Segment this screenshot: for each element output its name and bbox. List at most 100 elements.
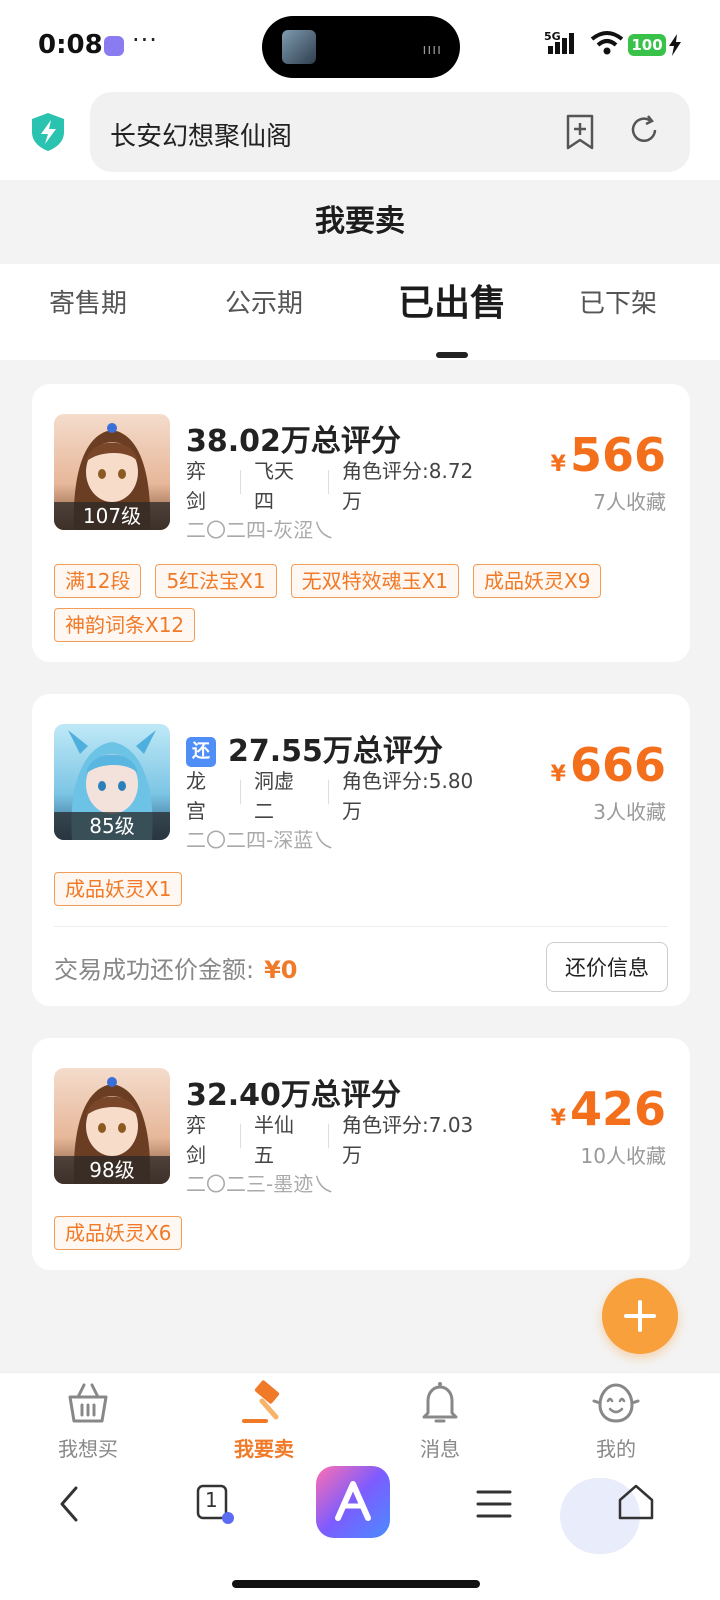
plus-icon (624, 1300, 656, 1332)
ai-assistant-button[interactable] (316, 1466, 390, 1538)
tag: 5红法宝X1 (155, 564, 277, 598)
bottom-nav: 我想买 我要卖 消息 我的 (0, 1372, 720, 1462)
home-icon[interactable] (616, 1482, 656, 1522)
browser-address-bar: 长安幻想聚仙阁 (0, 90, 720, 180)
role-score: 角色评分:7.03万 (342, 1113, 474, 1167)
security-shield-icon[interactable] (30, 112, 66, 152)
tag: 成品妖灵X9 (473, 564, 602, 598)
auction-hammer-icon (242, 1380, 280, 1423)
tab-delisted[interactable]: 已下架 (558, 264, 678, 360)
price-value: 426 (569, 1082, 666, 1136)
active-tab-indicator (436, 352, 468, 358)
app-notification-icon (104, 36, 124, 56)
favorites-count: 3人收藏 (593, 800, 666, 824)
currency-symbol: ¥ (550, 1106, 566, 1131)
nav-item-messages[interactable]: 消息 (380, 1373, 500, 1463)
charging-bolt-icon (669, 34, 681, 56)
tab-switcher-button[interactable]: 1 (196, 1484, 236, 1524)
realm: 飞天四 (254, 459, 294, 513)
status-tabs: 寄售期 公示期 已出售 已下架 (0, 264, 720, 360)
total-score-text: 38.02万总评分 (186, 424, 401, 459)
role-score: 角色评分:5.80万 (342, 769, 474, 823)
bargain-badge: 还 (186, 737, 216, 767)
total-score-text: 32.40万总评分 (186, 1078, 401, 1113)
nav-item-buy[interactable]: 我想买 (28, 1373, 148, 1463)
character-avatar: 98级 (54, 1068, 170, 1184)
character-avatar: 107级 (54, 414, 170, 530)
bargain-amount: ¥0 (264, 956, 298, 984)
add-bookmark-icon[interactable] (564, 114, 596, 150)
bargain-amount-label: 交易成功还价金额: (54, 956, 255, 984)
level-badge: 107级 (54, 502, 170, 530)
tag-list: 成品妖灵X6 (54, 1216, 674, 1250)
price-value: 666 (569, 738, 666, 792)
realm: 洞虚二 (254, 769, 294, 823)
battery-indicator: 100 (628, 34, 666, 56)
tag-list: 满12段 5红法宝X1 无双特效魂玉X1 成品妖灵X9 神韵词条X12 (54, 564, 674, 642)
nav-label: 我的 (596, 1437, 636, 1461)
bargain-amount-row: 交易成功还价金额: ¥0 (54, 950, 298, 985)
favorites-count: 10人收藏 (580, 1144, 666, 1168)
cellular-signal-icon: 5G (544, 30, 574, 54)
currency-symbol: ¥ (550, 452, 566, 477)
total-score-text: 27.55万总评分 (228, 734, 443, 769)
tag: 无双特效魂玉X1 (290, 564, 460, 598)
role-score: 角色评分:8.72万 (342, 459, 474, 513)
wifi-icon (590, 31, 624, 55)
media-thumbnail (282, 30, 316, 64)
listing-card[interactable]: 107级 38.02万总评分 弈剑 飞天四 角色评分:8.72万 二〇二四-灰涩… (32, 384, 690, 662)
ai-logo-icon (335, 1481, 371, 1521)
currency-symbol: ¥ (550, 762, 566, 787)
tab-sold[interactable]: 已出售 (372, 264, 532, 360)
listing-card[interactable]: 98级 32.40万总评分 弈剑 半仙五 角色评分:7.03万 二〇二三-墨迹乀… (32, 1038, 690, 1270)
divider (328, 780, 329, 804)
status-time: 0:08 (38, 30, 103, 60)
level-badge: 85级 (54, 812, 170, 840)
home-indicator[interactable] (232, 1580, 480, 1588)
server-name: 二〇二四-灰涩乀 (186, 518, 334, 542)
tag: 神韵词条X12 (54, 608, 196, 642)
character-avatar: 85级 (54, 724, 170, 840)
tag: 成品妖灵X6 (54, 1216, 183, 1250)
network-type: 5G (544, 30, 561, 43)
nav-item-sell[interactable]: 我要卖 (204, 1373, 324, 1463)
level-badge: 98级 (54, 1156, 170, 1184)
divider (54, 926, 668, 927)
divider (328, 470, 329, 494)
server-name: 二〇二四-深蓝乀 (186, 828, 334, 852)
nav-label: 我想买 (58, 1437, 118, 1461)
total-score: 还 27.55万总评分 (186, 726, 443, 770)
divider (240, 470, 241, 494)
school: 弈剑 (186, 459, 206, 513)
favorites-count: 7人收藏 (593, 490, 666, 514)
bargain-info-button[interactable]: 还价信息 (546, 942, 668, 992)
url-text: 长安幻想聚仙阁 (110, 122, 293, 152)
menu-icon[interactable] (476, 1484, 512, 1524)
total-score: 32.40万总评分 (186, 1070, 401, 1114)
school: 弈剑 (186, 1113, 206, 1167)
mascot-face-icon (592, 1383, 640, 1423)
status-bar: 0:08 ··· ıııı 5G 100 (0, 0, 720, 90)
tab-consignment[interactable]: 寄售期 (28, 264, 148, 360)
price: ¥426 (551, 1082, 666, 1136)
tag-list: 成品妖灵X1 (54, 872, 674, 906)
divider (240, 1124, 241, 1148)
tab-publicity[interactable]: 公示期 (204, 264, 324, 360)
price: ¥666 (551, 738, 666, 792)
price-value: 566 (569, 428, 666, 482)
nav-item-profile[interactable]: 我的 (556, 1373, 676, 1463)
tag: 满12段 (54, 564, 142, 598)
more-notifications-icon: ··· (132, 26, 158, 54)
dynamic-island[interactable]: ıııı (262, 16, 460, 78)
page-title: 我要卖 (0, 180, 720, 264)
price: ¥566 (551, 428, 666, 482)
reload-icon[interactable] (628, 114, 660, 146)
nav-label: 我要卖 (234, 1437, 294, 1461)
basket-icon (68, 1383, 108, 1423)
add-listing-button[interactable] (602, 1278, 678, 1354)
server-name: 二〇二三-墨迹乀 (186, 1172, 334, 1196)
back-icon[interactable] (52, 1484, 88, 1524)
listing-card[interactable]: 85级 还 27.55万总评分 龙宫 洞虚二 角色评分:5.80万 二〇二四-深蓝… (32, 694, 690, 1006)
tag: 成品妖灵X1 (54, 872, 183, 906)
url-field[interactable]: 长安幻想聚仙阁 (90, 92, 690, 172)
